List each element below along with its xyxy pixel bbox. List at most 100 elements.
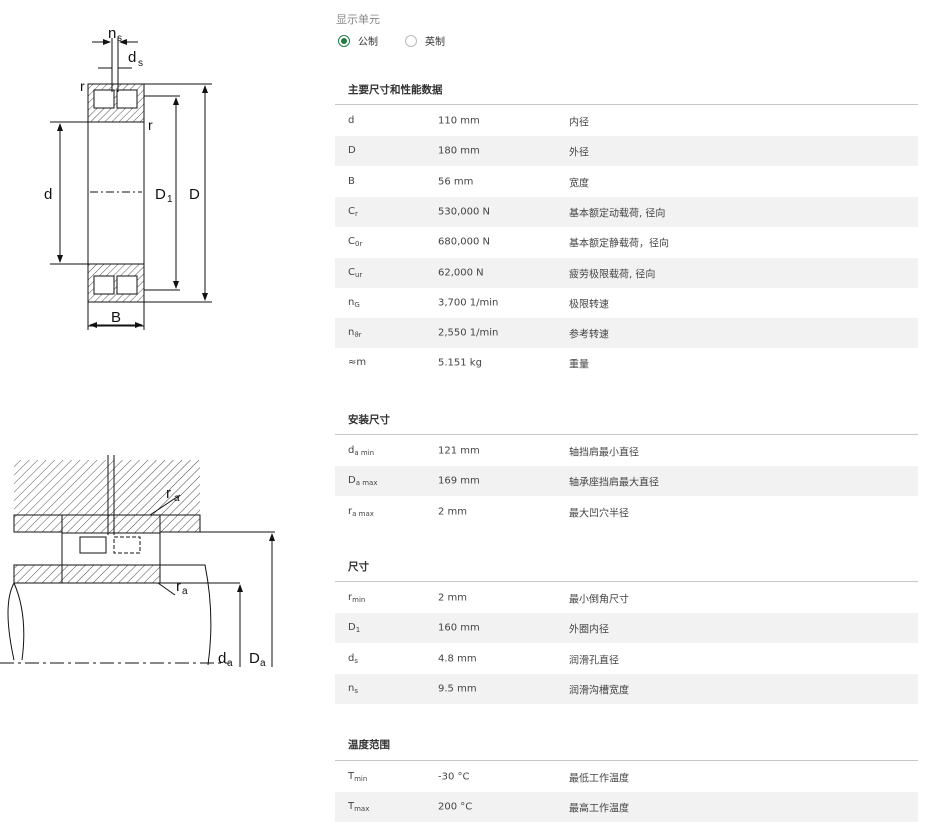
symbol-cell: C0r: [348, 236, 362, 248]
symbol-text: D: [348, 145, 356, 157]
section-divider: [335, 104, 918, 105]
description-cell: 润滑沟槽宽度: [569, 685, 629, 697]
value-cell: 160 mm: [438, 622, 480, 634]
symbol-cell: Cur: [348, 267, 362, 279]
value-cell: 200 °C: [438, 801, 473, 813]
symbol-text: C: [348, 236, 355, 248]
symbol-cell: rmin: [348, 592, 365, 604]
symbol-cell: nϑr: [348, 327, 362, 339]
value-cell: 3,700 1/min: [438, 297, 499, 309]
description-cell: 最大凹穴半径: [569, 508, 629, 520]
table-row: D 180 mm 外径: [335, 136, 918, 167]
symbol-subscript: G: [354, 300, 360, 309]
svg-text:r: r: [176, 578, 181, 595]
svg-text:D: D: [155, 186, 166, 203]
description-cell: 外圈内径: [569, 624, 609, 636]
svg-text:a: a: [260, 658, 266, 669]
symbol-cell: Tmin: [348, 771, 367, 783]
table-row: d 110 mm 内径: [335, 106, 918, 136]
value-cell: 2 mm: [438, 506, 468, 518]
symbol-subscript: ϑr: [354, 331, 362, 340]
value-cell: 5.151 kg: [438, 357, 482, 369]
value-cell: 56 mm: [438, 176, 474, 188]
bearing-dimension-drawing: n s d s r r d D 1 D B: [44, 25, 212, 330]
symbol-text: ≈m: [348, 357, 367, 369]
symbol-cell: ds: [348, 653, 358, 665]
description-cell: 最高工作温度: [569, 803, 629, 815]
symbol-subscript: ur: [354, 270, 363, 279]
description-cell: 内径: [569, 117, 589, 129]
mounting-dimension-drawing: r a r a d a D a: [0, 455, 275, 669]
symbol-subscript: max: [354, 805, 370, 814]
symbol-subscript: s: [354, 686, 358, 695]
symbol-cell: D: [348, 145, 356, 157]
radio-unselected-icon: [405, 34, 417, 47]
symbol-subscript: a max: [355, 479, 378, 488]
symbol-text: B: [348, 175, 355, 187]
value-cell: 530,000 N: [438, 206, 491, 218]
symbol-cell: ≈m: [348, 357, 366, 369]
symbol-text: D: [348, 622, 356, 634]
table-row: Tmax 200 °C 最高工作温度: [335, 792, 918, 823]
description-cell: 重量: [569, 359, 589, 371]
table-row: D1 160 mm 外圈内径: [335, 613, 918, 644]
value-cell: 180 mm: [438, 145, 480, 157]
svg-text:a: a: [227, 658, 233, 669]
symbol-subscript: 0r: [354, 240, 363, 249]
radio-selected-icon: [338, 34, 350, 47]
value-cell: 2 mm: [438, 592, 468, 604]
section-title: 温度范围: [348, 739, 390, 751]
description-cell: 基本额定静载荷，径向: [569, 238, 669, 250]
description-cell: 基本额定动载荷, 径向: [569, 208, 666, 220]
section-title: 安装尺寸: [348, 414, 390, 426]
symbol-subscript: min: [354, 775, 368, 783]
description-cell: 最低工作温度: [569, 773, 629, 785]
symbol-text: d: [348, 115, 355, 126]
description-cell: 最小倒角尺寸: [569, 594, 629, 606]
symbol-cell: da min: [348, 445, 374, 457]
value-cell: 121 mm: [438, 445, 480, 457]
unit-selector-title: 显示单元: [336, 13, 380, 26]
table-row: ≈m 5.151 kg 重量: [335, 348, 918, 378]
radio-metric[interactable]: 公制: [338, 33, 378, 48]
svg-text:d: d: [218, 650, 226, 667]
svg-text:a: a: [182, 586, 188, 597]
radio-imperial-label: 英制: [425, 37, 445, 48]
table-row: nG 3,700 1/min 极限转速: [335, 288, 918, 318]
symbol-cell: nG: [348, 297, 360, 309]
svg-text:r: r: [166, 485, 171, 502]
symbol-cell: D1: [348, 622, 360, 634]
symbol-text: D: [348, 475, 356, 487]
svg-text:D: D: [249, 650, 260, 667]
section-divider: [335, 581, 918, 582]
value-cell: 169 mm: [438, 475, 480, 487]
symbol-cell: Cr: [348, 206, 358, 218]
value-cell: 110 mm: [438, 115, 480, 127]
symbol-cell: d: [348, 115, 354, 127]
table-row: rmin 2 mm 最小倒角尺寸: [335, 583, 918, 613]
value-cell: 9.5 mm: [438, 683, 477, 695]
symbol-subscript: a max: [352, 509, 374, 518]
table-row: Cur 62,000 N 疲劳极限载荷, 径向: [335, 257, 918, 288]
symbol-cell: ra max: [348, 506, 374, 518]
table-row: Cr 530,000 N 基本额定动载荷, 径向: [335, 196, 918, 227]
value-cell: -30 °C: [438, 771, 470, 783]
symbol-subscript: a min: [354, 449, 375, 457]
section-title: 主要尺寸和性能数据: [348, 84, 443, 96]
svg-text:1: 1: [167, 194, 173, 205]
description-cell: 参考转速: [569, 329, 609, 341]
table-row: da min 121 mm 轴挡肩最小直径: [335, 436, 918, 466]
svg-text:r: r: [80, 78, 85, 94]
svg-text:s: s: [117, 33, 122, 44]
table-row: ds 4.8 mm 润滑孔直径: [335, 644, 918, 674]
svg-text:d: d: [128, 49, 136, 66]
symbol-text: C: [348, 266, 355, 278]
symbol-subscript: s: [354, 656, 359, 665]
value-cell: 62,000 N: [438, 267, 484, 278]
symbol-cell: ns: [348, 683, 358, 695]
radio-imperial[interactable]: 英制: [405, 33, 445, 48]
radio-metric-label: 公制: [358, 37, 378, 48]
value-cell: 4.8 mm: [438, 653, 477, 665]
section-title: 尺寸: [348, 561, 369, 573]
symbol-text: C: [348, 205, 355, 217]
